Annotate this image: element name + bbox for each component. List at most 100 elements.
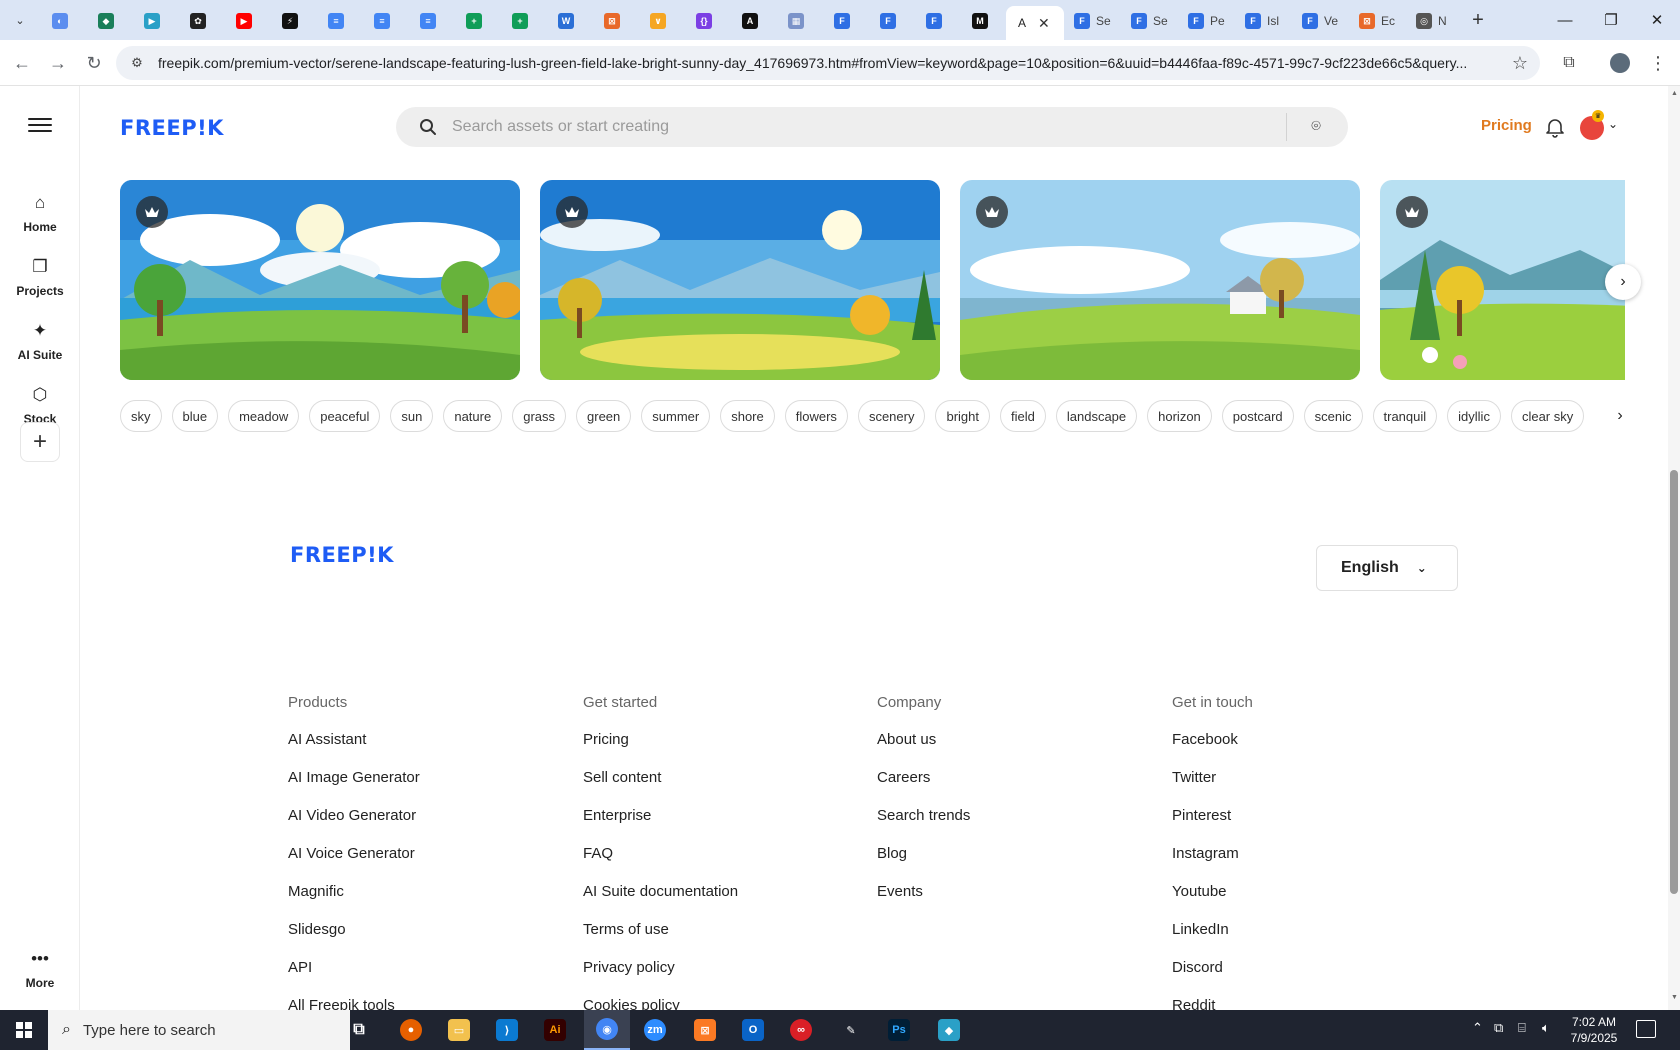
footer-link[interactable]: Pinterest — [1172, 806, 1253, 844]
rail-item-home[interactable]: ⌂ Home — [0, 192, 80, 248]
add-button[interactable]: + — [20, 422, 60, 462]
browser-tab[interactable]: ◎ N — [1408, 8, 1460, 34]
browser-tab[interactable]: A — [730, 8, 770, 34]
start-button[interactable] — [0, 1010, 48, 1050]
tag-chip[interactable]: shore — [720, 400, 775, 432]
chevron-right-icon[interactable]: › — [1610, 406, 1630, 426]
tag-chip[interactable]: blue — [171, 400, 219, 432]
outlook-app[interactable]: O — [730, 1010, 776, 1050]
tag-chip[interactable]: flowers — [784, 400, 848, 432]
tag-chip[interactable]: meadow — [228, 400, 300, 432]
footer-link[interactable]: Events — [877, 882, 970, 920]
footer-link[interactable]: Slidesgo — [288, 920, 420, 958]
address-bar[interactable]: ⚙ freepik.com/premium-vector/serene-land… — [116, 46, 1540, 80]
tag-chip[interactable]: clear sky — [1510, 400, 1585, 432]
tag-chip[interactable]: scenic — [1303, 400, 1363, 432]
tag-chip[interactable]: horizon — [1147, 400, 1212, 432]
browser-tab[interactable]: F Se — [1123, 8, 1175, 34]
pen-tool-app[interactable]: ✎ — [828, 1010, 874, 1050]
taskbar-search[interactable]: ⌕ Type here to search — [48, 1010, 350, 1050]
tray-chevron-icon[interactable]: ⌃ — [1472, 1020, 1483, 1036]
tag-chip[interactable]: bright — [935, 400, 990, 432]
extensions-icon[interactable]: ⧉ — [1558, 52, 1580, 74]
footer-link[interactable]: All Freepik tools — [288, 996, 420, 1010]
tag-chip[interactable]: grass — [512, 400, 567, 432]
close-icon[interactable]: ✕ — [1038, 15, 1050, 32]
carousel-next-button[interactable]: › — [1605, 264, 1641, 300]
footer-link[interactable]: Careers — [877, 768, 970, 806]
browser-tab[interactable]: F Ve — [1294, 8, 1346, 34]
browser-tab[interactable]: F Isl — [1237, 8, 1289, 34]
window-close-button[interactable]: ✕ — [1642, 8, 1672, 32]
language-select[interactable]: English ⌄ — [1316, 545, 1458, 591]
browser-tab[interactable]: ≡ — [408, 8, 448, 34]
footer-link[interactable]: Magnific — [288, 882, 420, 920]
scrollbar-thumb[interactable] — [1670, 470, 1678, 894]
freepik-logo[interactable]: FREEP!K — [120, 116, 224, 140]
desktop-app[interactable]: ◆ — [926, 1010, 972, 1050]
browser-tab[interactable]: ⊠ Ec — [1351, 8, 1403, 34]
footer-link[interactable]: Reddit — [1172, 996, 1253, 1010]
tag-chip[interactable]: scenery — [857, 400, 926, 432]
task-view-button[interactable]: ⧉ — [336, 1010, 382, 1050]
tag-chip[interactable]: nature — [443, 400, 503, 432]
xampp-app[interactable]: ⊠ — [682, 1010, 728, 1050]
network-icon[interactable]: ⌸ — [1518, 1020, 1526, 1036]
minimize-button[interactable]: — — [1550, 8, 1580, 32]
browser-profile-avatar[interactable] — [1610, 53, 1630, 73]
browser-tab[interactable]: F — [822, 8, 862, 34]
browser-tab[interactable]: ⊠ — [592, 8, 632, 34]
browser-tab[interactable]: F — [914, 8, 954, 34]
browser-tab[interactable]: ◐ — [40, 8, 80, 34]
tag-chip[interactable]: peaceful — [309, 400, 381, 432]
bell-icon[interactable] — [1544, 116, 1566, 138]
chevron-down-icon[interactable]: ⌄ — [1608, 117, 1618, 131]
new-tab-button[interactable]: + — [1466, 8, 1490, 32]
footer-link[interactable]: AI Video Generator — [288, 806, 420, 844]
footer-link[interactable]: Discord — [1172, 958, 1253, 996]
rail-item-more[interactable]: ••• More — [0, 948, 80, 1004]
active-tab[interactable]: A ✕ — [1006, 6, 1064, 40]
tag-chip[interactable]: sun — [390, 400, 434, 432]
tag-chip[interactable]: summer — [641, 400, 711, 432]
zoom-app[interactable]: zm — [632, 1010, 678, 1050]
footer-link[interactable]: AI Image Generator — [288, 768, 420, 806]
browser-tab[interactable]: M — [960, 8, 1000, 34]
vscode-app[interactable]: ⟩ — [484, 1010, 530, 1050]
browser-tab[interactable]: ∨ — [638, 8, 678, 34]
page-scrollbar[interactable]: ▲ ▼ — [1668, 86, 1680, 1010]
footer-link[interactable]: LinkedIn — [1172, 920, 1253, 958]
firefox-app[interactable]: ● — [388, 1010, 434, 1050]
creative-cloud-app[interactable]: ∞ — [778, 1010, 824, 1050]
chrome-app[interactable]: ◉ — [584, 1010, 630, 1050]
back-arrow-icon[interactable]: ← — [10, 51, 34, 75]
photoshop-app[interactable]: Ps — [876, 1010, 922, 1050]
browser-tab[interactable]: W — [546, 8, 586, 34]
browser-menu-icon[interactable]: ⋮ — [1648, 51, 1668, 75]
tray-app-icon[interactable]: ⧉ — [1494, 1020, 1503, 1036]
tab-search-chevron-icon[interactable]: ⌄ — [8, 8, 32, 32]
footer-link[interactable]: Instagram — [1172, 844, 1253, 882]
landscape-image-card[interactable] — [120, 180, 520, 380]
scroll-up-icon[interactable]: ▲ — [1671, 90, 1678, 97]
tag-chip[interactable]: idyllic — [1447, 400, 1501, 432]
browser-tab[interactable]: + — [500, 8, 540, 34]
browser-tab[interactable]: ▦ — [776, 8, 816, 34]
browser-tab[interactable]: ≡ — [316, 8, 356, 34]
footer-link[interactable]: FAQ — [583, 844, 738, 882]
browser-tab[interactable]: ◆ — [86, 8, 126, 34]
browser-tab[interactable]: F Pe — [1180, 8, 1232, 34]
footer-link[interactable]: Twitter — [1172, 768, 1253, 806]
landscape-image-card[interactable] — [540, 180, 940, 380]
site-settings-icon[interactable]: ⚙ — [128, 54, 146, 72]
footer-link[interactable]: Terms of use — [583, 920, 738, 958]
footer-link[interactable]: Enterprise — [583, 806, 738, 844]
tag-chip[interactable]: tranquil — [1372, 400, 1438, 432]
url-text[interactable]: freepik.com/premium-vector/serene-landsc… — [158, 55, 1500, 71]
taskbar-clock[interactable]: 7:02 AM 7/9/2025 — [1566, 1014, 1622, 1046]
browser-tab[interactable]: ▶ — [132, 8, 172, 34]
footer-link[interactable]: Youtube — [1172, 882, 1253, 920]
browser-tab[interactable]: + — [454, 8, 494, 34]
footer-link[interactable]: AI Assistant — [288, 730, 420, 768]
browser-tab[interactable]: ✿ — [178, 8, 218, 34]
